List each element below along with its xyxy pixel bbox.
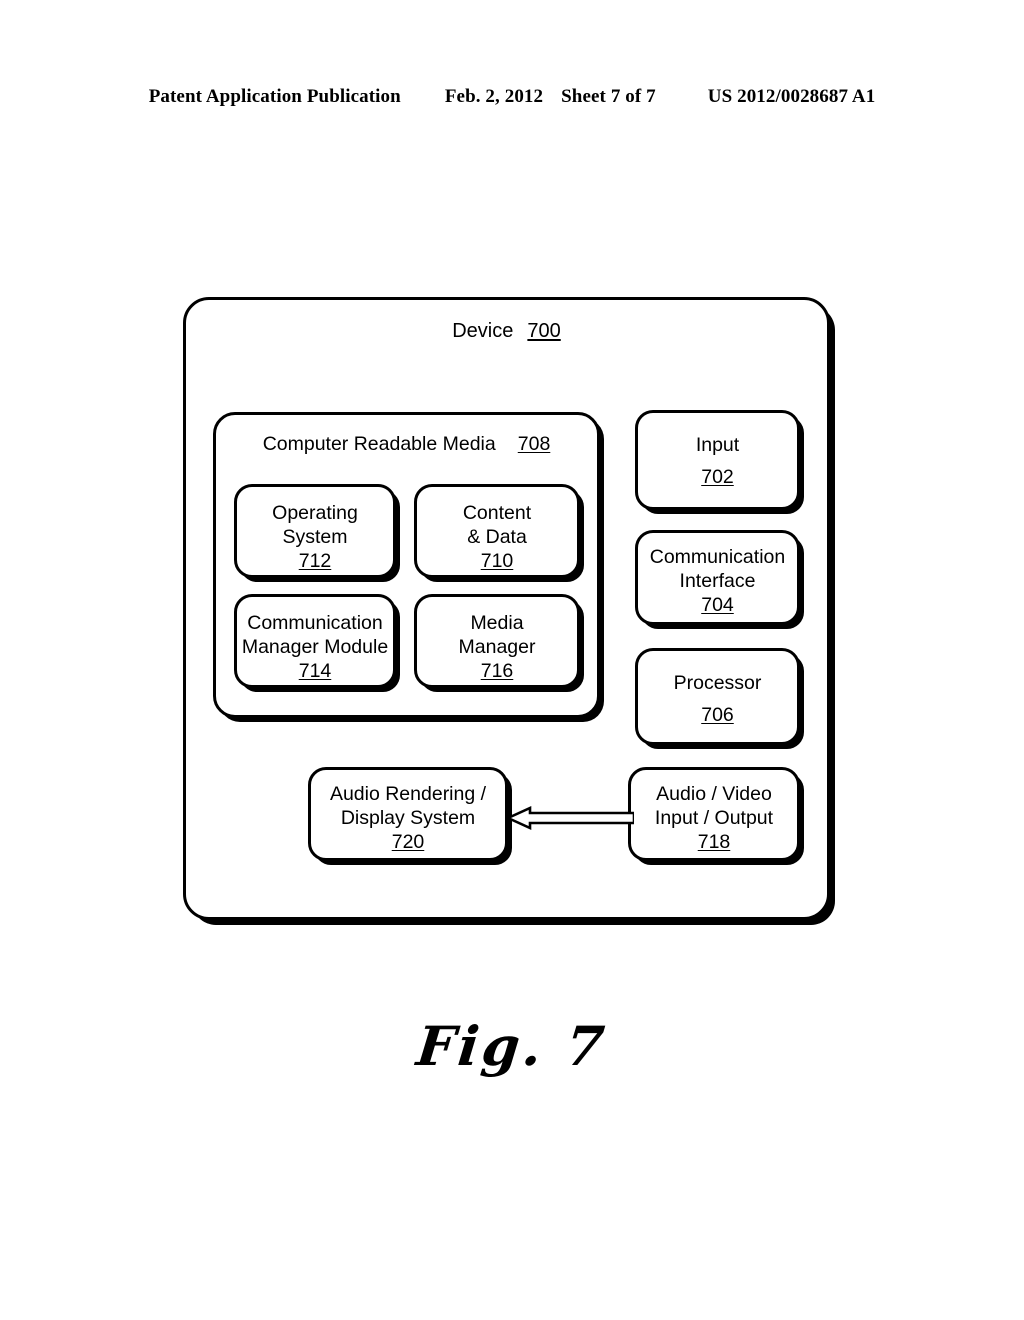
header-publication: Patent Application Publication bbox=[148, 86, 401, 107]
computer-readable-media-ref-number: 708 bbox=[517, 433, 551, 455]
operating-system-ref-number: 712 bbox=[298, 550, 332, 572]
header-document-number: US 2012/0028687 A1 bbox=[707, 86, 876, 107]
header-date: Feb. 2, 2012 bbox=[444, 86, 544, 107]
communication-interface-ref-number: 704 bbox=[701, 594, 734, 616]
processor-ref-number: 706 bbox=[701, 704, 734, 726]
figure-caption: Fig. 7 bbox=[413, 1014, 611, 1078]
communication-interface-label: Communication Interface bbox=[649, 546, 786, 592]
audio-rendering-display-system-ref-number: 720 bbox=[391, 831, 425, 853]
av-io-to-rendering-arrow-icon bbox=[504, 805, 634, 831]
media-manager-label: Media Manager bbox=[458, 612, 536, 658]
audio-video-input-output-ref-number: 718 bbox=[697, 831, 731, 853]
communication-manager-module-box: Communication Manager Module 714 bbox=[234, 594, 396, 688]
communication-manager-module-label: Communication Manager Module bbox=[241, 612, 389, 658]
page-header: Patent Application Publication Feb. 2, 2… bbox=[0, 86, 1024, 116]
input-ref-number: 702 bbox=[701, 466, 734, 488]
device-ref-number: 700 bbox=[527, 320, 561, 342]
device-title: Device 700 bbox=[183, 320, 830, 343]
audio-video-input-output-box: Audio / Video Input / Output 718 bbox=[628, 767, 800, 861]
operating-system-label: Operating System bbox=[272, 502, 358, 548]
header-sheet-number: Sheet 7 of 7 bbox=[561, 86, 656, 107]
audio-rendering-display-system-box: Audio Rendering / Display System 720 bbox=[308, 767, 508, 861]
communication-manager-module-ref-number: 714 bbox=[298, 660, 332, 682]
audio-video-input-output-label: Audio / Video Input / Output bbox=[654, 783, 774, 829]
computer-readable-media-title: Computer Readable Media 708 bbox=[213, 433, 600, 456]
device-label: Device bbox=[452, 320, 514, 342]
input-box: Input 702 bbox=[635, 410, 800, 510]
content-and-data-label: Content & Data bbox=[462, 502, 532, 548]
computer-readable-media-label: Computer Readable Media bbox=[262, 433, 496, 455]
content-and-data-box: Content & Data 710 bbox=[414, 484, 580, 578]
operating-system-box: Operating System 712 bbox=[234, 484, 396, 578]
processor-label: Processor bbox=[673, 672, 762, 694]
input-label: Input bbox=[695, 434, 740, 456]
media-manager-box: Media Manager 716 bbox=[414, 594, 580, 688]
processor-box: Processor 706 bbox=[635, 648, 800, 745]
communication-interface-box: Communication Interface 704 bbox=[635, 530, 800, 625]
media-manager-ref-number: 716 bbox=[480, 660, 514, 682]
audio-rendering-display-system-label: Audio Rendering / Display System bbox=[329, 783, 487, 829]
content-and-data-ref-number: 710 bbox=[480, 550, 514, 572]
